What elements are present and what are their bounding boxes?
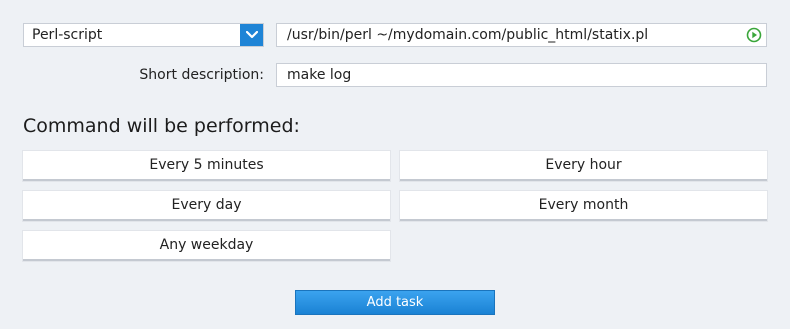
command-value: /usr/bin/perl ~/mydomain.com/public_html… (287, 27, 649, 43)
every-5-minutes-button[interactable]: Every 5 minutes (23, 151, 390, 181)
any-weekday-button[interactable]: Any weekday (23, 231, 390, 261)
play-icon[interactable] (746, 27, 762, 43)
description-field[interactable]: make log (276, 63, 767, 87)
dropdown-toggle-button[interactable] (240, 24, 263, 46)
every-month-button[interactable]: Every month (400, 191, 767, 221)
description-label: Short description: (139, 67, 264, 83)
script-type-value: Perl-script (32, 27, 103, 43)
schedule-heading: Command will be performed: (23, 115, 300, 137)
script-type-select[interactable]: Perl-script (23, 23, 264, 47)
add-task-button[interactable]: Add task (295, 290, 495, 315)
chevron-down-icon (245, 31, 258, 39)
command-field[interactable]: /usr/bin/perl ~/mydomain.com/public_html… (276, 23, 767, 47)
every-day-button[interactable]: Every day (23, 191, 390, 221)
every-hour-button[interactable]: Every hour (400, 151, 767, 181)
description-value: make log (287, 67, 352, 83)
